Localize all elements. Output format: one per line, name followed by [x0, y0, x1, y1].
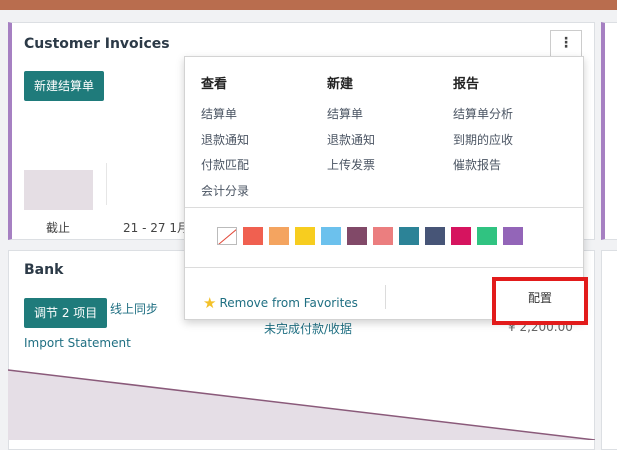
bank-balance-chart — [8, 369, 595, 440]
adjacent-card-top — [601, 22, 617, 240]
color-swatch[interactable] — [269, 227, 289, 245]
color-swatch[interactable] — [321, 227, 341, 245]
section-heading-new: 新建 — [327, 77, 354, 92]
online-sync-link[interactable]: 线上同步 — [110, 300, 158, 317]
color-swatch[interactable] — [347, 227, 367, 245]
color-swatch[interactable] — [451, 227, 471, 245]
menu-divider — [185, 207, 583, 208]
menu-view-journal-items[interactable]: 会计分录 — [201, 182, 249, 199]
configure-button[interactable]: 配置 — [492, 277, 588, 325]
remove-from-favorites-button[interactable]: ★ Remove from Favorites — [203, 294, 358, 312]
section-heading-reports: 报告 — [453, 77, 480, 92]
adjacent-card-bottom — [601, 250, 617, 450]
chart-bar-due[interactable] — [24, 170, 93, 210]
color-swatch-none[interactable] — [217, 227, 237, 245]
chart-label-due: 截止 — [46, 221, 71, 235]
chart-axis-divider — [106, 163, 107, 205]
kebab-menu-icon[interactable]: ⋮ — [550, 30, 582, 56]
menu-divider — [185, 267, 583, 268]
color-swatch[interactable] — [243, 227, 263, 245]
card-title-bank[interactable]: Bank — [24, 262, 63, 278]
reconcile-items-button[interactable]: 调节 2 项目 — [24, 298, 108, 328]
footer-divider — [385, 285, 386, 309]
menu-new-credit-note[interactable]: 退款通知 — [327, 131, 375, 148]
color-swatch[interactable] — [425, 227, 445, 245]
menu-view-credit-notes[interactable]: 退款通知 — [201, 131, 249, 148]
new-invoice-button[interactable]: 新建结算单 — [24, 71, 105, 101]
chart-label-week: 21 - 27 1月 — [123, 221, 189, 235]
menu-report-follow-up[interactable]: 催款报告 — [453, 156, 501, 173]
color-swatch[interactable] — [477, 227, 497, 245]
menu-view-payment-matching[interactable]: 付款匹配 — [201, 156, 249, 173]
card-title-customer-invoices[interactable]: Customer Invoices — [24, 36, 170, 52]
menu-report-aged-receivable[interactable]: 到期的应收 — [453, 131, 513, 148]
color-swatch[interactable] — [295, 227, 315, 245]
menu-view-invoices[interactable]: 结算单 — [201, 105, 237, 122]
menu-upload-bill[interactable]: 上传发票 — [327, 156, 375, 173]
color-swatch[interactable] — [373, 227, 393, 245]
color-swatch[interactable] — [399, 227, 419, 245]
color-swatch[interactable] — [503, 227, 523, 245]
import-statement-link[interactable]: Import Statement — [24, 336, 131, 350]
menu-new-invoice[interactable]: 结算单 — [327, 105, 363, 122]
pending-payments-link[interactable]: 未完成付款/收据 — [264, 320, 352, 337]
star-icon: ★ — [203, 294, 217, 312]
dashboard-dropdown-menu: 查看 新建 报告 结算单 退款通知 付款匹配 会计分录 结算单 退款通知 上传发… — [184, 56, 588, 325]
remove-from-favorites-label: Remove from Favorites — [219, 296, 358, 310]
top-app-bar — [0, 0, 617, 10]
menu-report-invoice-analysis[interactable]: 结算单分析 — [453, 105, 513, 122]
section-heading-view: 查看 — [201, 77, 228, 92]
